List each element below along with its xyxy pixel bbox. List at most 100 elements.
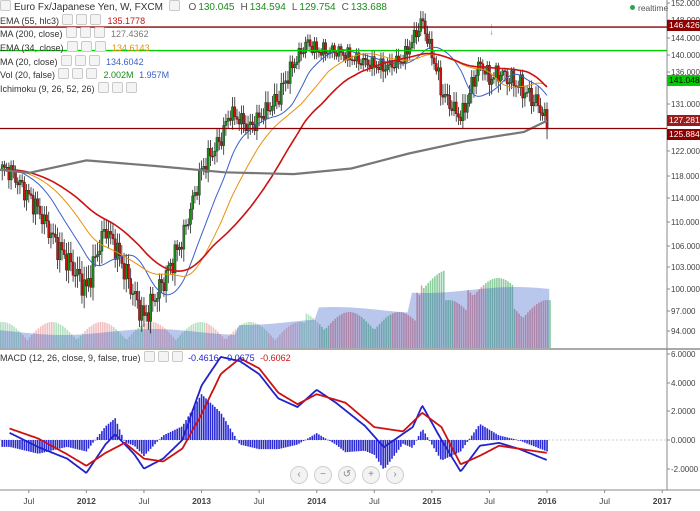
time-tick-label: Jul [254, 496, 265, 506]
visibility-icon[interactable] [60, 55, 72, 66]
macd-histogram-bar [240, 440, 243, 445]
candle-body [213, 150, 217, 157]
candle-body [282, 82, 285, 85]
price-tick-label: 118.000 [671, 172, 700, 181]
legend-row[interactable]: Ichimoku (9, 26, 52, 26) [0, 82, 137, 95]
zoom-out-button[interactable]: − [314, 466, 332, 484]
settings-icon[interactable] [79, 27, 91, 38]
macd-histogram-bar [96, 436, 99, 440]
candle-body [430, 38, 434, 59]
candle-body [503, 70, 507, 73]
candle-body [54, 233, 57, 238]
close-icon[interactable] [90, 14, 102, 25]
settings-icon[interactable] [74, 55, 86, 66]
macd-histogram-bar [373, 440, 376, 455]
visibility-icon[interactable] [143, 351, 155, 362]
scroll-left-button[interactable]: ‹ [290, 466, 308, 484]
collapse-icon[interactable] [0, 0, 11, 11]
candle-body [501, 70, 505, 76]
macd-histogram-bar [145, 440, 147, 454]
macd-histogram-bar [546, 440, 548, 452]
candle-body [113, 238, 117, 260]
candle-body [461, 102, 465, 121]
macd-histogram-bar [156, 440, 159, 442]
macd-histogram-bar [307, 438, 309, 440]
candle-body [3, 164, 6, 168]
macd-histogram-bar [74, 440, 77, 449]
candle-body [173, 244, 177, 274]
candle-body [47, 220, 51, 238]
candle-body [364, 58, 367, 61]
legend-row[interactable]: MA (20, close) 134.6042 [0, 55, 144, 68]
macd-histogram-bar [515, 439, 517, 441]
macd-histogram-bar [47, 440, 50, 452]
zoom-in-button[interactable]: + [362, 466, 380, 484]
candle-body [446, 94, 449, 96]
scroll-right-button[interactable]: › [386, 466, 404, 484]
macd-histogram-bar [353, 440, 356, 452]
candle-body [42, 214, 46, 225]
close-icon[interactable] [125, 82, 137, 93]
candle-body [142, 305, 146, 316]
close-icon[interactable] [93, 27, 105, 38]
legend-row[interactable]: Vol (20, false) 2.002M 1.957M [0, 68, 169, 81]
candle-body [191, 195, 194, 210]
macd-histogram-bar [58, 440, 61, 449]
price-tick-label: 97.000 [671, 307, 696, 316]
candle-body [417, 31, 420, 38]
macd-histogram-bar [70, 440, 72, 448]
candle-body [530, 87, 533, 107]
macd-legend-value: -0.4616 [185, 353, 219, 363]
candle-body [20, 180, 24, 183]
candle-body [180, 246, 183, 250]
macd-histogram-bar [238, 440, 240, 444]
macd-histogram-bar [300, 440, 303, 443]
candle-body [96, 254, 99, 257]
candle-body [426, 33, 429, 44]
visibility-icon[interactable] [66, 41, 78, 52]
legend-row[interactable]: EMA (34, close) 134.6143 [0, 41, 150, 54]
candle-body [457, 113, 460, 118]
settings-icon[interactable] [168, 0, 180, 11]
candle-body [231, 106, 234, 121]
visibility-icon[interactable] [65, 27, 77, 38]
candle-body [93, 256, 97, 258]
candle-body [226, 117, 230, 122]
macd-histogram-bar [364, 440, 367, 452]
candle-body [18, 180, 22, 186]
settings-icon[interactable] [111, 82, 123, 93]
ohlc-value: 129.754 [299, 2, 336, 13]
candle-body [448, 95, 451, 109]
settings-icon[interactable] [80, 41, 92, 52]
close-icon[interactable] [88, 55, 100, 66]
candle-body [124, 264, 128, 280]
settings-icon[interactable] [72, 68, 84, 79]
close-icon[interactable] [86, 68, 98, 79]
candle-body [293, 64, 296, 68]
live-dot-icon [630, 5, 635, 10]
close-icon[interactable] [171, 351, 183, 362]
candle-body [466, 103, 469, 113]
candle-body [386, 64, 389, 71]
legend-row[interactable]: MA (200, close) 127.4362 [0, 27, 149, 40]
macd-histogram-bar [207, 400, 209, 440]
visibility-icon[interactable] [97, 82, 109, 93]
macd-histogram-bar [251, 440, 254, 448]
candle-body [454, 101, 458, 115]
visibility-icon[interactable] [62, 14, 74, 25]
visibility-icon[interactable] [58, 68, 70, 79]
reset-button[interactable]: ↺ [338, 466, 356, 484]
close-icon[interactable] [94, 41, 106, 52]
macd-histogram-bar [154, 440, 156, 445]
candle-body [306, 39, 310, 43]
legend-row[interactable]: EMA (55, hlc3) 135.1778 [0, 14, 145, 27]
candle-body [85, 279, 88, 287]
macd-histogram-bar [302, 440, 305, 442]
settings-icon[interactable] [76, 14, 88, 25]
candle-body [58, 242, 62, 261]
macd-histogram-bar [121, 434, 123, 440]
settings-icon[interactable] [157, 351, 169, 362]
candle-body [122, 263, 126, 280]
macd-histogram-bar [273, 440, 276, 450]
candle-body [25, 190, 28, 201]
